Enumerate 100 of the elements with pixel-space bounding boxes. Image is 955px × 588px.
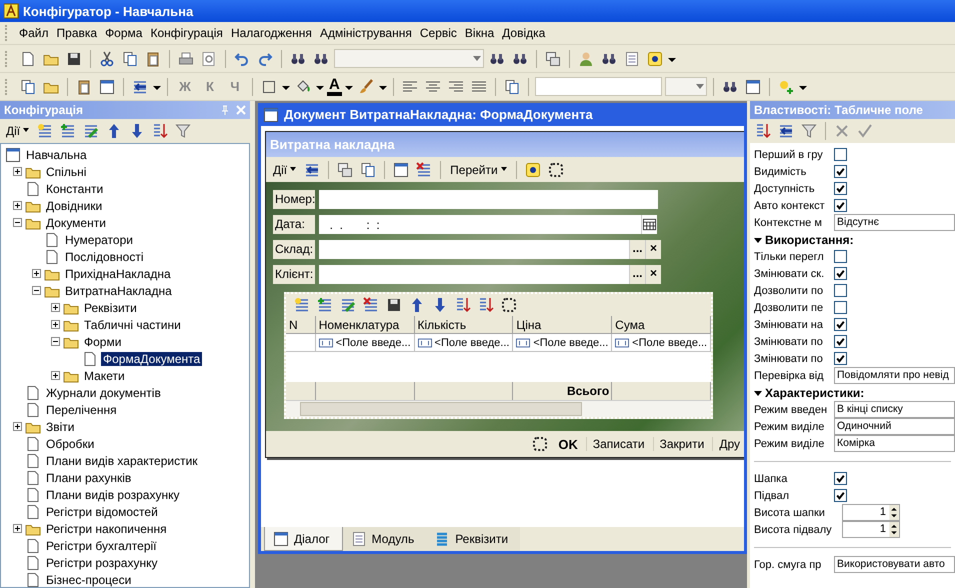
windows-icon[interactable] bbox=[337, 162, 354, 178]
spin-field[interactable]: 1 bbox=[842, 504, 900, 521]
lined-page-icon[interactable] bbox=[624, 50, 640, 66]
sort-icon[interactable] bbox=[152, 123, 168, 139]
windows-icon[interactable] bbox=[545, 50, 561, 66]
actions-menu[interactable]: Дії bbox=[270, 162, 300, 176]
horizontal-scrollbar[interactable] bbox=[286, 400, 711, 417]
filter-icon[interactable] bbox=[801, 123, 817, 139]
tree-item[interactable]: Регістри відомостей bbox=[44, 504, 160, 518]
checkbox[interactable] bbox=[834, 472, 847, 485]
property-value[interactable]: Одиночний bbox=[834, 418, 955, 435]
arrow-down-icon[interactable] bbox=[432, 297, 448, 313]
expand-toggle[interactable] bbox=[13, 524, 22, 533]
column-header[interactable]: Номенклатура bbox=[316, 316, 415, 334]
list-plus-icon[interactable] bbox=[317, 297, 333, 313]
tree-item[interactable]: Документи bbox=[44, 216, 108, 230]
property-value[interactable]: Комірка bbox=[834, 435, 955, 452]
menu-item[interactable]: Вікна bbox=[460, 26, 498, 40]
expand-toggle[interactable] bbox=[51, 320, 60, 329]
clipboard-icon[interactable] bbox=[76, 78, 92, 94]
list-cross-icon[interactable] bbox=[416, 162, 432, 178]
menu-item[interactable]: Сервіс bbox=[416, 26, 461, 40]
scissors-icon[interactable] bbox=[99, 50, 115, 66]
redo-icon[interactable] bbox=[257, 50, 273, 66]
printer-icon[interactable] bbox=[178, 50, 194, 66]
field-button[interactable]: ... bbox=[629, 240, 645, 259]
checkbox[interactable] bbox=[834, 199, 847, 212]
field-button[interactable]: × bbox=[645, 240, 661, 259]
tree-item[interactable]: Плани видів розрахунку bbox=[44, 488, 182, 502]
copy-icon[interactable] bbox=[20, 78, 36, 94]
expand-toggle[interactable] bbox=[13, 201, 22, 210]
section-toggle-icon[interactable] bbox=[754, 388, 762, 396]
menu-item[interactable]: Налагодження bbox=[226, 26, 316, 40]
filter-icon[interactable] bbox=[175, 123, 192, 139]
menu-item[interactable]: Форма bbox=[101, 26, 146, 40]
clipboard-icon[interactable] bbox=[145, 50, 161, 66]
align-justify-icon[interactable] bbox=[470, 78, 487, 94]
menu-item[interactable]: Конфігурація bbox=[146, 26, 227, 40]
size-combo[interactable] bbox=[664, 77, 707, 96]
dotted-square-icon[interactable] bbox=[548, 162, 564, 178]
checkbox[interactable] bbox=[834, 250, 847, 263]
tree-item[interactable]: Регістри розрахунку bbox=[44, 556, 160, 570]
spinner-arrows-icon[interactable] bbox=[889, 522, 899, 537]
page-icon[interactable] bbox=[20, 50, 36, 66]
form-button[interactable]: OK bbox=[552, 436, 584, 452]
checkbox[interactable] bbox=[834, 284, 847, 297]
font-color-button[interactable]: A bbox=[327, 77, 342, 96]
sort-icon[interactable] bbox=[755, 123, 771, 139]
dotted-square-icon[interactable] bbox=[501, 297, 517, 313]
expand-toggle[interactable] bbox=[13, 422, 22, 431]
copy-icon[interactable] bbox=[504, 78, 520, 94]
paint-bucket-icon[interactable] bbox=[295, 78, 311, 94]
property-value[interactable]: Повідомляти про невід bbox=[834, 367, 955, 384]
tree-item[interactable]: Реквізити bbox=[82, 300, 139, 314]
checkbox[interactable] bbox=[834, 335, 847, 348]
align-center-icon[interactable] bbox=[424, 78, 441, 94]
field-button[interactable]: ... bbox=[629, 265, 645, 284]
list-star-icon[interactable] bbox=[37, 123, 54, 139]
calendar-icon[interactable] bbox=[641, 215, 657, 234]
expand-toggle[interactable] bbox=[51, 337, 60, 346]
tree-item[interactable]: Табличні частини bbox=[82, 318, 183, 332]
tree-item[interactable]: Послідовності bbox=[63, 250, 146, 264]
page-magnifier-icon[interactable] bbox=[201, 50, 217, 66]
sort-icon[interactable] bbox=[455, 297, 471, 313]
input-field[interactable] bbox=[319, 190, 658, 209]
tree-item[interactable]: Звіти bbox=[44, 420, 76, 434]
sort-icon[interactable] bbox=[478, 297, 494, 313]
check-icon[interactable] bbox=[857, 123, 873, 139]
checkbox[interactable] bbox=[834, 352, 847, 365]
tree-item[interactable]: Обробки bbox=[44, 436, 96, 450]
spin-field[interactable]: 1 bbox=[842, 521, 900, 538]
property-value[interactable]: Відсутнє bbox=[834, 214, 955, 231]
expand-toggle[interactable] bbox=[51, 303, 60, 312]
column-header[interactable]: Кількість bbox=[414, 316, 514, 334]
list-star-icon[interactable] bbox=[294, 297, 310, 313]
checkbox[interactable] bbox=[834, 165, 847, 178]
tab[interactable]: Діалог bbox=[264, 527, 343, 551]
tree-item[interactable]: ВитратнаНакладна bbox=[63, 284, 174, 298]
expand-toggle[interactable] bbox=[13, 218, 22, 227]
dotted-square-icon[interactable] bbox=[532, 436, 548, 452]
tree-item[interactable]: Плани рахунків bbox=[44, 470, 134, 484]
spinner-arrows-icon[interactable] bbox=[889, 505, 899, 520]
checkbox[interactable] bbox=[834, 301, 847, 314]
tree-item[interactable]: Регістри накопичення bbox=[44, 522, 169, 536]
expand-toggle[interactable] bbox=[32, 286, 41, 295]
tree-item[interactable]: Перелічення bbox=[44, 402, 119, 416]
list-pencil-icon[interactable] bbox=[83, 123, 100, 139]
column-header[interactable]: N bbox=[286, 316, 316, 334]
menu-item[interactable]: Адміністрування bbox=[316, 26, 416, 40]
form-button[interactable]: Закрити bbox=[652, 437, 710, 451]
expand-toggle[interactable] bbox=[51, 371, 60, 380]
form-button[interactable]: Дру bbox=[712, 437, 744, 451]
goto-menu[interactable]: Перейти bbox=[447, 162, 510, 176]
field-button[interactable]: × bbox=[645, 265, 661, 284]
person-icon[interactable] bbox=[578, 50, 594, 66]
tree-item[interactable]: Журнали документів bbox=[44, 386, 163, 400]
undo-icon[interactable] bbox=[234, 50, 250, 66]
align-right-icon[interactable] bbox=[448, 78, 464, 94]
column-header[interactable]: Ціна bbox=[513, 316, 612, 334]
tree-item[interactable]: Спільні bbox=[44, 164, 88, 178]
